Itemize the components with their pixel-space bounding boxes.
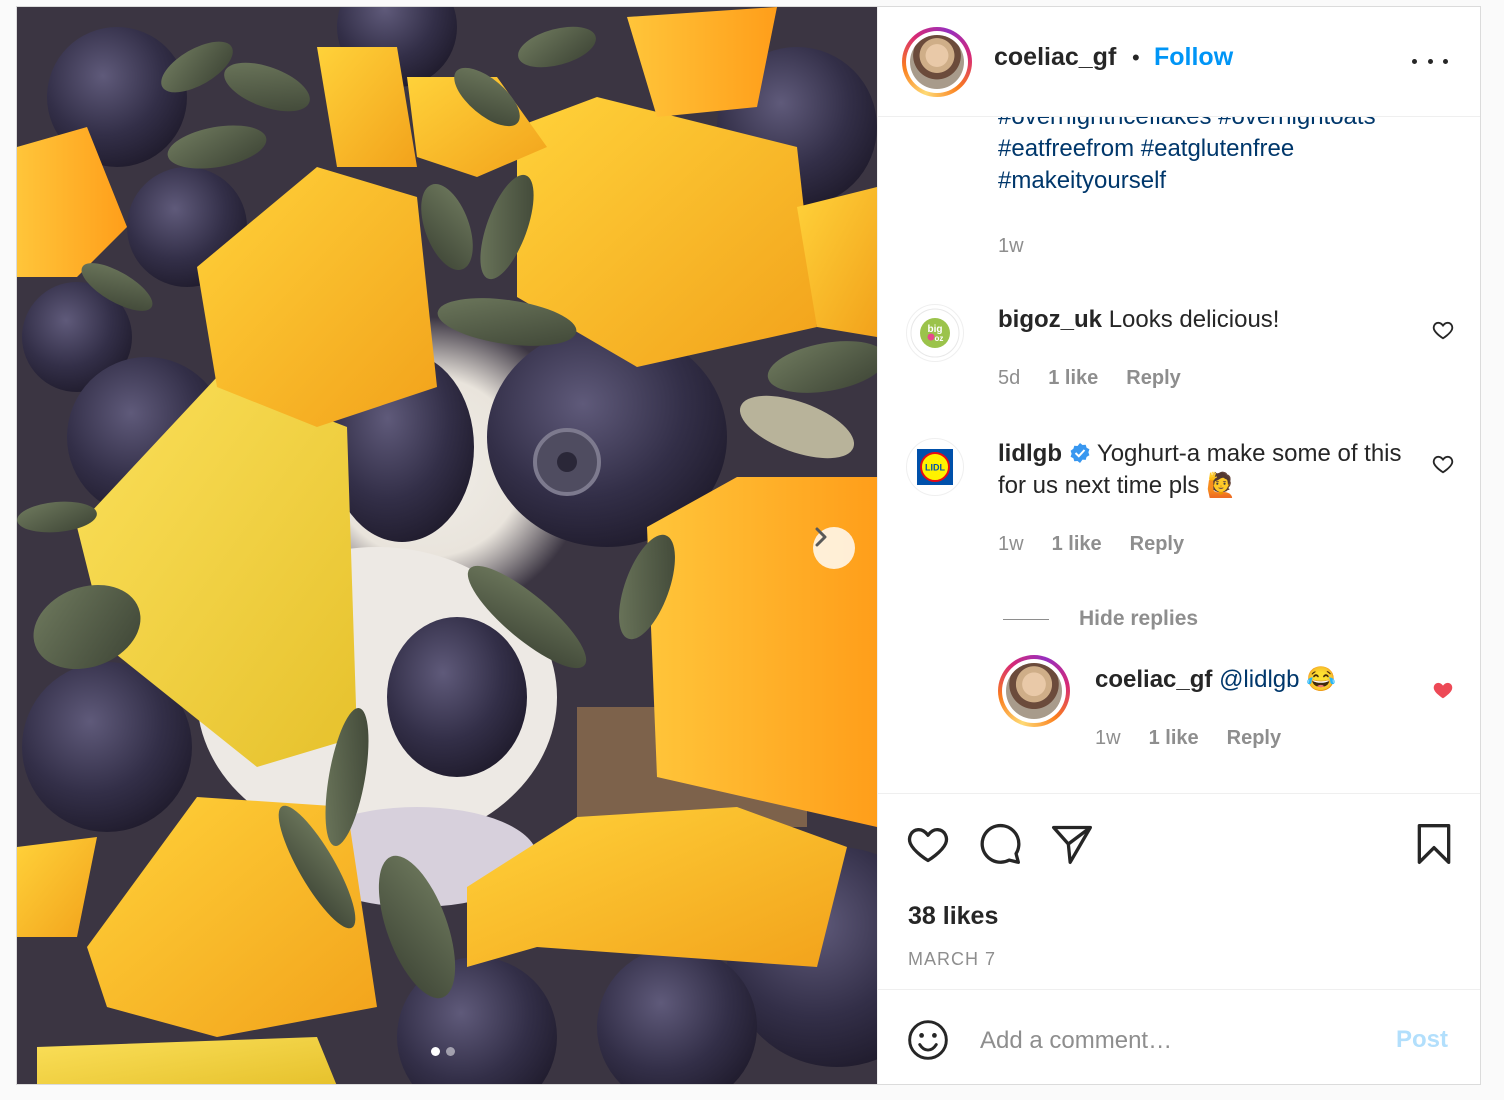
- comment-body: Looks delicious!: [1108, 306, 1280, 333]
- post-header: coeliac_gf • Follow: [878, 7, 1480, 117]
- hide-replies-button[interactable]: Hide replies: [1003, 607, 1198, 631]
- lidl-logo-icon: LIDL: [917, 449, 953, 485]
- mention-link[interactable]: @lidlgb: [1219, 666, 1299, 693]
- reply-liked-heart-icon[interactable]: [1432, 679, 1454, 701]
- hashtag-link[interactable]: #makeityourself: [998, 167, 1166, 194]
- comment-likes[interactable]: 1 like: [1048, 367, 1098, 390]
- likes-count[interactable]: 38 likes: [908, 902, 998, 931]
- comment-composer: Post: [878, 989, 1480, 1084]
- hashtag-link[interactable]: #eatfreefrom: [998, 135, 1134, 162]
- carousel-dot-active: [431, 1047, 440, 1056]
- comment-username[interactable]: lidlgb: [998, 440, 1062, 467]
- save-bookmark-icon[interactable]: [1412, 822, 1456, 866]
- reply-author-avatar[interactable]: [998, 655, 1070, 727]
- comment-text: lidlgb Yoghurt-a make some of this for u…: [998, 438, 1418, 502]
- hashtag-link[interactable]: #eatglutenfree: [1141, 135, 1294, 162]
- food-photo-illustration: [17, 7, 877, 1084]
- verified-badge-icon: [1070, 443, 1090, 463]
- post-date[interactable]: MARCH 7: [908, 949, 996, 970]
- reply-button[interactable]: Reply: [1126, 367, 1180, 390]
- comment-bubble-icon[interactable]: [978, 822, 1022, 866]
- post-actions: 38 likes MARCH 7: [878, 793, 1480, 989]
- header-separator: •: [1132, 45, 1140, 70]
- comment-text: bigoz_uk Looks delicious!: [998, 304, 1418, 336]
- comment-like-heart-icon[interactable]: [1432, 453, 1454, 475]
- comment-like-heart-icon[interactable]: [1432, 319, 1454, 341]
- comment-likes[interactable]: 1 like: [1052, 533, 1102, 556]
- svg-text:LIDL: LIDL: [925, 463, 945, 473]
- reply-emoji: 😂: [1306, 666, 1337, 693]
- hashtag-link[interactable]: #overnightoats: [1218, 117, 1375, 130]
- carousel-indicator: [431, 1047, 455, 1056]
- more-options-button[interactable]: [1412, 49, 1448, 73]
- reply-likes[interactable]: 1 like: [1149, 727, 1199, 750]
- caption-time[interactable]: 1w: [998, 235, 1024, 258]
- chevron-right-icon: [815, 527, 827, 547]
- reply-text: coeliac_gf @lidlgb 😂: [1095, 664, 1415, 696]
- reply-meta: 1w 1 like Reply: [1095, 727, 1281, 750]
- hashtag-link[interactable]: #overnightricefiakes: [998, 117, 1211, 130]
- author-username[interactable]: coeliac_gf: [994, 43, 1116, 72]
- carousel-dot: [446, 1047, 455, 1056]
- emoji-smiley-icon[interactable]: [906, 1018, 950, 1062]
- like-heart-icon[interactable]: [906, 822, 950, 866]
- post-side-panel: coeliac_gf • Follow #overnightricefiakes…: [877, 7, 1480, 1084]
- comment-meta: 5d 1 like Reply: [998, 367, 1181, 390]
- svg-text:oz: oz: [935, 334, 944, 343]
- post-comment-button[interactable]: Post: [1396, 1026, 1448, 1054]
- author-avatar[interactable]: [902, 27, 972, 97]
- reply-button[interactable]: Reply: [1227, 727, 1281, 750]
- reply-author-avatar-photo: [1006, 663, 1062, 719]
- hide-replies-label: Hide replies: [1079, 607, 1199, 630]
- post-photo[interactable]: [17, 7, 877, 1084]
- next-photo-button[interactable]: [813, 527, 855, 569]
- comment-username[interactable]: bigoz_uk: [998, 306, 1102, 333]
- reply-time[interactable]: 1w: [1095, 727, 1121, 750]
- post-dialog: coeliac_gf • Follow #overnightricefiakes…: [16, 6, 1481, 1085]
- comment-time[interactable]: 5d: [998, 367, 1020, 390]
- follow-button[interactable]: Follow: [1154, 43, 1233, 72]
- comment-time[interactable]: 1w: [998, 533, 1024, 556]
- replies-divider: [1003, 618, 1049, 620]
- more-horizontal-icon: [1412, 58, 1417, 64]
- bigoz-logo-icon: big oz: [910, 308, 960, 358]
- reply-button[interactable]: Reply: [1130, 533, 1184, 556]
- commenter-avatar[interactable]: LIDL: [906, 438, 964, 496]
- commenter-avatar[interactable]: big oz: [906, 304, 964, 362]
- comment-meta: 1w 1 like Reply: [998, 533, 1184, 556]
- author-avatar-photo: [910, 35, 964, 89]
- caption-hashtags: #overnightricefiakes #overnightoats #eat…: [998, 117, 1468, 197]
- add-comment-input[interactable]: [978, 1018, 1362, 1064]
- share-send-icon[interactable]: [1050, 822, 1094, 866]
- comments-list[interactable]: #overnightricefiakes #overnightoats #eat…: [878, 117, 1480, 793]
- reply-username[interactable]: coeliac_gf: [1095, 666, 1212, 693]
